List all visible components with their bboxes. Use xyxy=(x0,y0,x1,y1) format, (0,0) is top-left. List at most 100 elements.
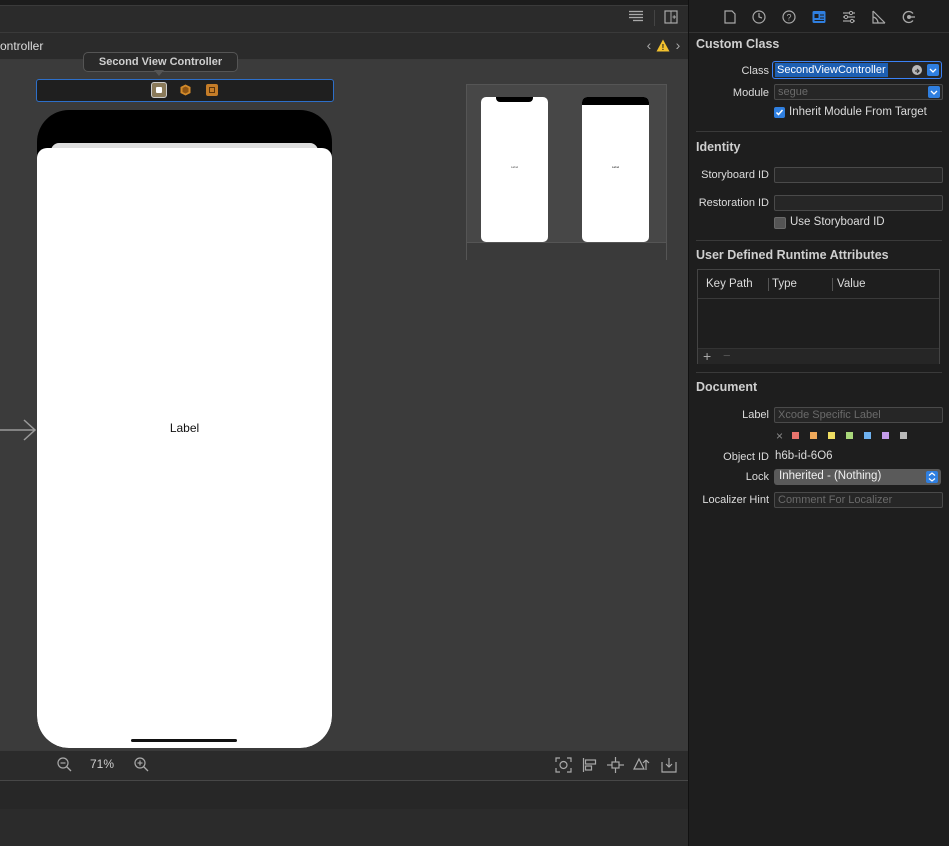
class-dropdown-icon[interactable] xyxy=(927,64,939,76)
column-divider xyxy=(832,278,833,291)
label-color-swatches xyxy=(792,431,912,440)
exit-icon[interactable] xyxy=(206,84,218,96)
zoom-in-icon[interactable] xyxy=(134,757,150,773)
storyboard-canvas[interactable]: Second View Controller Label Label Label xyxy=(0,52,688,750)
color-swatch[interactable] xyxy=(900,432,907,439)
segue-arrow-icon[interactable] xyxy=(0,418,38,442)
add-attribute-button[interactable]: + xyxy=(703,348,711,364)
remove-attribute-button[interactable]: − xyxy=(723,348,731,363)
size-inspector-icon[interactable] xyxy=(872,10,886,27)
color-swatch[interactable] xyxy=(864,432,871,439)
module-dropdown-icon[interactable] xyxy=(928,86,940,98)
localizer-hint-placeholder: Comment For Localizer xyxy=(778,494,893,506)
inherit-module-label: Inherit Module From Target xyxy=(789,106,927,118)
quick-help-icon[interactable]: ? xyxy=(782,10,796,27)
column-divider xyxy=(768,278,769,291)
object-id-value: h6b-id-6O6 xyxy=(775,450,833,462)
add-constraints-icon[interactable] xyxy=(607,757,625,773)
identity-inspector-icon[interactable] xyxy=(812,10,826,27)
scene-name-text: Second View Controller xyxy=(98,56,223,68)
color-swatch[interactable] xyxy=(882,432,889,439)
minimap-footer xyxy=(467,242,666,260)
restoration-id-field[interactable] xyxy=(774,195,943,211)
canvas-bottom-bar: 71% xyxy=(0,750,688,780)
zoom-out-icon[interactable] xyxy=(57,757,73,773)
section-separator xyxy=(696,372,942,373)
use-storyboard-id-label: Use Storyboard ID xyxy=(790,216,885,228)
storyboard-id-field[interactable] xyxy=(774,167,943,183)
clear-color-icon[interactable]: × xyxy=(776,429,783,443)
lock-label: Lock xyxy=(745,471,769,483)
zoom-level[interactable]: 71% xyxy=(90,757,114,771)
column-type[interactable]: Type xyxy=(772,278,797,290)
object-id-label: Object ID xyxy=(723,451,769,463)
svg-text:!: ! xyxy=(662,43,665,52)
connections-inspector-icon[interactable] xyxy=(902,10,916,27)
color-swatch[interactable] xyxy=(792,432,799,439)
interface-builder-editor: ontroller ‹ ! › Second View Controller L… xyxy=(0,0,688,846)
breadcrumb[interactable]: ontroller xyxy=(0,39,43,53)
embed-in-icon[interactable] xyxy=(661,757,678,773)
update-frames-icon[interactable] xyxy=(555,757,573,773)
editor-toolbar xyxy=(0,6,688,33)
inspector-tab-bar: ? xyxy=(689,0,949,33)
document-label-field[interactable]: Xcode Specific Label xyxy=(774,407,943,423)
module-label: Module xyxy=(732,87,769,99)
document-title: Document xyxy=(696,380,758,394)
section-separator xyxy=(696,131,942,132)
lock-value: Inherited - (Nothing) xyxy=(779,470,882,482)
first-responder-icon[interactable] xyxy=(180,84,191,96)
class-label: Class xyxy=(741,65,769,77)
use-storyboard-id-checkbox[interactable] xyxy=(774,217,786,229)
module-field[interactable]: segue xyxy=(774,84,943,100)
label-view[interactable]: Label xyxy=(37,421,332,435)
view-controller-view[interactable]: Label xyxy=(37,148,332,748)
home-indicator xyxy=(131,739,237,742)
scene-dock xyxy=(36,79,334,102)
go-to-class-icon[interactable] xyxy=(912,65,922,75)
minimap-scene-left: Label xyxy=(481,97,548,242)
chevron-right-icon[interactable]: › xyxy=(672,37,684,53)
chevron-left-icon[interactable]: ‹ xyxy=(643,37,655,53)
storyboard-minimap[interactable]: Label Label xyxy=(466,84,667,260)
minimap-scene-right: Label xyxy=(582,97,649,242)
class-value[interactable]: SecondViewController xyxy=(775,63,888,77)
editor-options-icon[interactable] xyxy=(627,10,645,26)
attributes-inspector-icon[interactable] xyxy=(842,10,856,27)
resolve-issues-icon[interactable] xyxy=(633,757,651,773)
lock-dropdown-icon[interactable] xyxy=(926,471,938,483)
module-placeholder: segue xyxy=(778,86,808,98)
minimap-left-label: Label xyxy=(510,165,519,169)
section-separator xyxy=(696,240,942,241)
add-editor-icon[interactable] xyxy=(663,10,679,28)
column-key-path[interactable]: Key Path xyxy=(706,278,753,290)
runtime-attributes-table[interactable]: Key Path Type Value + − xyxy=(697,269,940,364)
inherit-module-checkbox[interactable] xyxy=(774,107,785,118)
history-inspector-icon[interactable] xyxy=(752,10,766,27)
restoration-id-label: Restoration ID xyxy=(698,197,769,209)
table-header: Key Path Type Value xyxy=(698,270,939,299)
document-label-placeholder: Xcode Specific Label xyxy=(778,409,881,421)
color-swatch[interactable] xyxy=(810,432,817,439)
minimap-right-label: Label xyxy=(611,165,620,169)
runtime-attributes-title: User Defined Runtime Attributes xyxy=(696,248,889,262)
identity-inspector: ? Custom Class Class SecondViewControlle… xyxy=(689,0,949,846)
column-value[interactable]: Value xyxy=(837,278,866,290)
color-swatch[interactable] xyxy=(828,432,835,439)
tooltip-pointer xyxy=(154,70,164,76)
svg-text:?: ? xyxy=(786,13,791,23)
storyboard-id-label: Storyboard ID xyxy=(701,169,769,181)
align-icon[interactable] xyxy=(582,757,598,773)
custom-class-title: Custom Class xyxy=(696,37,780,51)
lock-popup[interactable]: Inherited - (Nothing) xyxy=(774,469,941,485)
warning-icon[interactable]: ! xyxy=(656,39,670,53)
color-swatch[interactable] xyxy=(846,432,853,439)
localizer-hint-field[interactable]: Comment For Localizer xyxy=(774,492,943,508)
toolbar-divider xyxy=(654,10,655,26)
table-footer: + − xyxy=(698,348,939,364)
iphone-frame: Label xyxy=(37,110,332,748)
document-label-label: Label xyxy=(742,409,769,421)
class-field[interactable]: SecondViewController xyxy=(772,61,942,79)
view-controller-icon[interactable] xyxy=(151,82,167,98)
file-inspector-icon[interactable] xyxy=(724,10,736,27)
